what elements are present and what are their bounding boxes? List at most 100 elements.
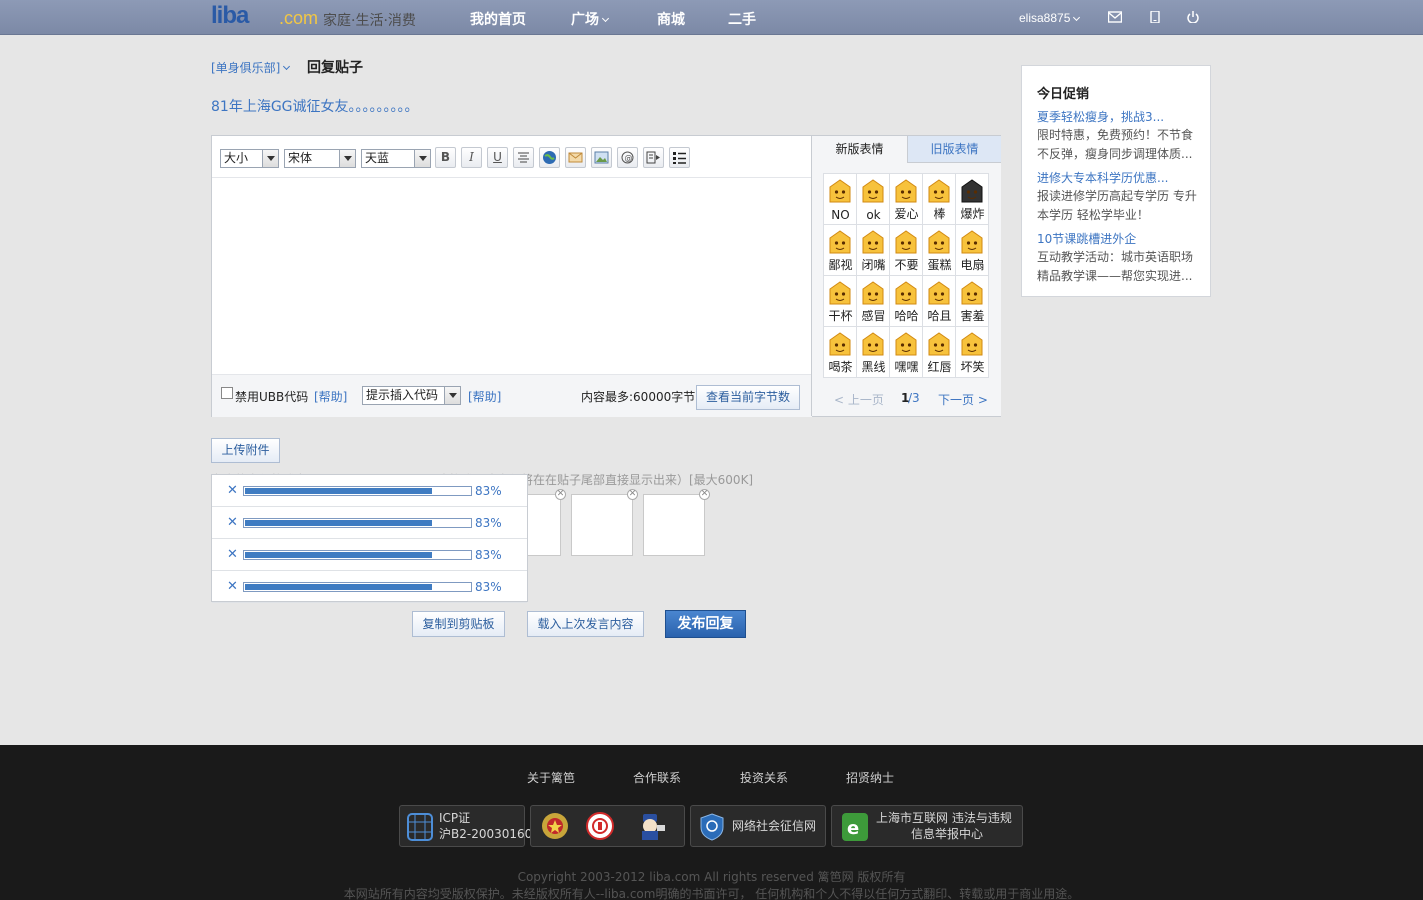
emotion-item[interactable]: 爱心 <box>890 174 923 225</box>
emotion-face-icon <box>928 230 950 254</box>
insert-link-button[interactable] <box>539 147 560 168</box>
disable-ubb-checkbox[interactable] <box>221 387 233 399</box>
police-badges[interactable] <box>530 805 685 847</box>
code-help-link[interactable]: [帮助] <box>468 388 501 405</box>
emotion-face-icon <box>928 179 950 203</box>
footer-link-contact[interactable]: 合作联系 <box>633 769 681 786</box>
globe-link-icon <box>543 151 556 164</box>
attachment-thumbnail[interactable]: ✕ <box>643 489 710 556</box>
insert-image-button[interactable] <box>591 147 612 168</box>
upload-progress-fill <box>245 552 432 558</box>
credit-network-badge[interactable]: 网络社会征信网 <box>690 805 826 847</box>
emotion-item[interactable]: 嘿嘿 <box>890 327 923 378</box>
emotion-item[interactable]: NO <box>824 174 857 225</box>
prev-page-link[interactable]: < 上一页 <box>834 391 884 408</box>
emotion-face-icon <box>895 230 917 254</box>
editor-footer: 禁用UBB代码 [帮助] 提示插入代码 [帮助] 内容最多:60000字节 查看… <box>212 374 812 417</box>
nav-mall[interactable]: 商城 <box>657 9 685 29</box>
upload-progress-bar <box>243 582 472 592</box>
upload-percent: 83% <box>475 484 502 498</box>
tab-old-emotions[interactable]: 旧版表情 <box>907 136 1001 163</box>
remove-thumbnail-icon[interactable]: ✕ <box>627 489 638 500</box>
emotion-item[interactable]: 爆炸 <box>956 174 989 225</box>
font-family-select[interactable]: 宋体 <box>284 149 356 168</box>
tab-new-emotions[interactable]: 新版表情 <box>812 136 907 163</box>
mobile-icon[interactable] <box>1148 11 1162 23</box>
upload-progress-row: ✕ 83% <box>212 475 527 507</box>
emotion-item[interactable]: 红唇 <box>923 327 956 378</box>
cancel-upload-icon[interactable]: ✕ <box>227 483 238 498</box>
insert-content-button[interactable] <box>643 147 664 168</box>
site-footer: 关于篱笆 合作联系 投资关系 招贤纳士 ICP证 沪B2-20030160 网络… <box>0 745 1423 900</box>
footer-link-about[interactable]: 关于篱笆 <box>527 769 575 786</box>
emotion-item[interactable]: 害羞 <box>956 276 989 327</box>
align-center-button[interactable] <box>513 147 534 168</box>
insert-code-select[interactable]: 提示插入代码 <box>362 386 461 405</box>
emotion-item[interactable]: 不要 <box>890 225 923 276</box>
upload-progress-fill <box>245 584 432 590</box>
emotion-item[interactable]: 干杯 <box>824 276 857 327</box>
emotion-face-icon <box>829 332 851 356</box>
promo-item-title[interactable]: 进修大专本科学历优惠... <box>1037 170 1199 187</box>
emotion-item[interactable]: 棒 <box>923 174 956 225</box>
username: elisa8875 <box>1019 11 1071 25</box>
reply-content-textarea[interactable] <box>212 178 812 374</box>
emotion-item[interactable]: 电扇 <box>956 225 989 276</box>
font-color-value: 天蓝 <box>365 151 390 165</box>
icp-line2: 沪B2-20030160 <box>439 827 533 841</box>
emotion-item[interactable]: 感冒 <box>857 276 890 327</box>
remove-thumbnail-icon[interactable]: ✕ <box>555 489 566 500</box>
emotion-label: 爱心 <box>894 207 919 221</box>
dropdown-arrow-icon <box>414 150 430 167</box>
nav-square[interactable]: 广场 <box>571 9 610 29</box>
check-bytes-button[interactable]: 查看当前字节数 <box>696 385 800 410</box>
copy-to-clipboard-button[interactable]: 复制到剪贴板 <box>412 611 505 637</box>
nav-second-hand[interactable]: 二手 <box>728 9 756 29</box>
attachment-thumbnail[interactable]: ✕ <box>571 489 638 556</box>
list-button[interactable] <box>669 147 690 168</box>
emotion-item[interactable]: 蛋糕 <box>923 225 956 276</box>
nav-my-home[interactable]: 我的首页 <box>470 9 526 29</box>
footer-link-investor[interactable]: 投资关系 <box>740 769 788 786</box>
report-line1: 上海市互联网 违法与违规 <box>876 811 1012 825</box>
emotion-item[interactable]: 鄙视 <box>824 225 857 276</box>
upload-attachment-button[interactable]: 上传附件 <box>211 438 280 463</box>
icp-icon <box>407 813 433 841</box>
emotion-label: 爆炸 <box>960 207 985 221</box>
emotion-item[interactable]: 闭嘴 <box>857 225 890 276</box>
user-menu[interactable]: elisa8875 <box>1019 11 1081 25</box>
mail-icon[interactable] <box>1108 11 1122 23</box>
emotion-item[interactable]: 坏笑 <box>956 327 989 378</box>
emotion-face-icon <box>928 332 950 356</box>
emotion-item[interactable]: ok <box>857 174 890 225</box>
emotion-item[interactable]: 喝茶 <box>824 327 857 378</box>
power-icon[interactable] <box>1186 11 1200 23</box>
footer-link-jobs[interactable]: 招贤纳士 <box>846 769 894 786</box>
club-dropdown[interactable]: [单身俱乐部] <box>211 59 291 76</box>
load-last-post-button[interactable]: 载入上次发言内容 <box>527 611 644 637</box>
underline-button[interactable]: U <box>487 147 508 168</box>
remove-thumbnail-icon[interactable]: ✕ <box>699 489 710 500</box>
cancel-upload-icon[interactable]: ✕ <box>227 547 238 562</box>
font-color-select[interactable]: 天蓝 <box>361 149 431 168</box>
cancel-upload-icon[interactable]: ✕ <box>227 515 238 530</box>
bold-button[interactable]: B <box>435 147 456 168</box>
promo-item-title[interactable]: 夏季轻松瘦身，挑战3... <box>1037 109 1199 126</box>
emotion-item[interactable]: 哈且 <box>923 276 956 327</box>
ubb-help-link[interactable]: [帮助] <box>314 388 347 405</box>
italic-button[interactable]: I <box>461 147 482 168</box>
insert-email-button[interactable] <box>565 147 586 168</box>
thread-title-link[interactable]: 81年上海GG诚征女友。。。。。。。。。 <box>211 96 419 116</box>
report-center-badge[interactable]: e 上海市互联网 违法与违规 信息举报中心 <box>831 805 1023 847</box>
upload-progress-list: ✕ 83% ✕ 83% ✕ 83% ✕ 83% <box>211 474 528 603</box>
promo-item-title[interactable]: 10节课跳槽进外企 <box>1037 231 1199 248</box>
cancel-upload-icon[interactable]: ✕ <box>227 579 238 594</box>
next-page-link[interactable]: 下一页 > <box>938 391 988 408</box>
font-size-select[interactable]: 大小 <box>220 149 279 168</box>
publish-reply-button[interactable]: 发布回复 <box>665 610 746 638</box>
insert-code-value: 提示插入代码 <box>366 388 439 402</box>
emotion-item[interactable]: 黑线 <box>857 327 890 378</box>
icp-badge[interactable]: ICP证 沪B2-20030160 <box>399 805 532 847</box>
emotion-item[interactable]: 哈哈 <box>890 276 923 327</box>
insert-quote-button[interactable]: @ <box>617 147 638 168</box>
